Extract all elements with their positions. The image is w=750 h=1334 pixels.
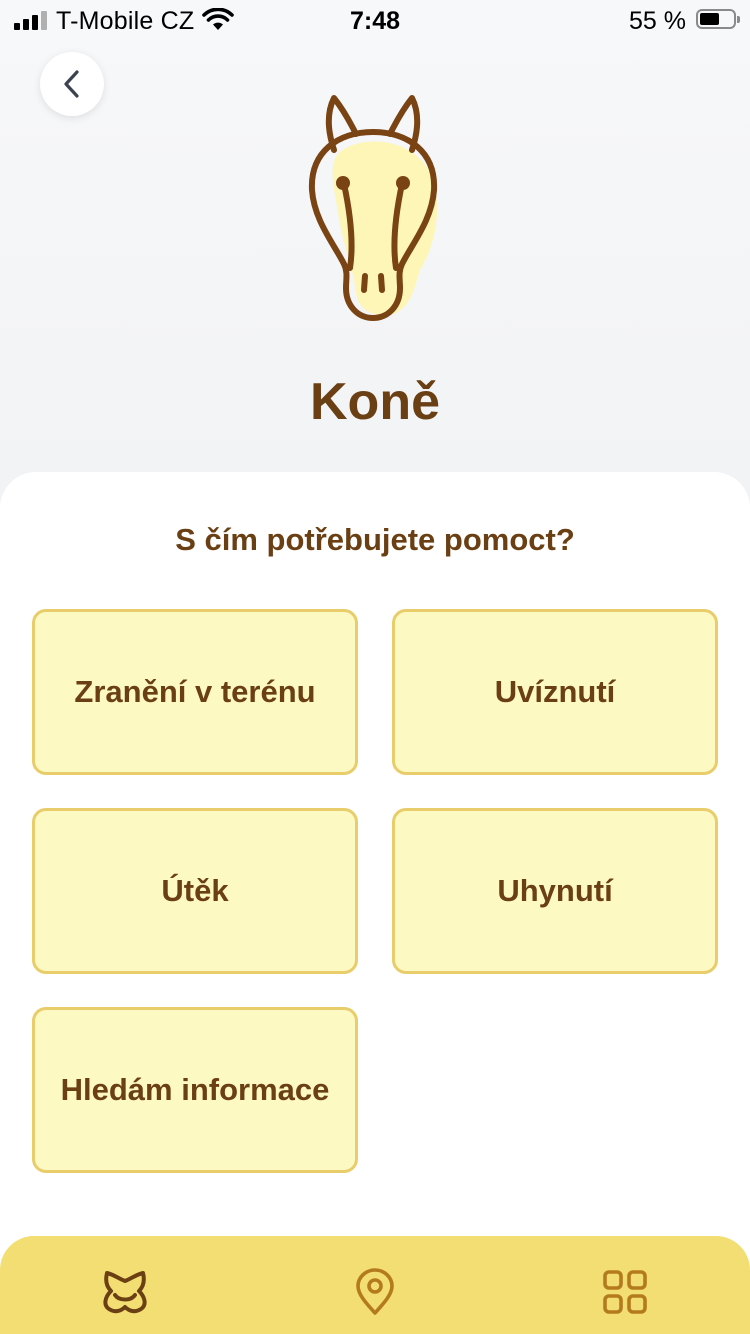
tab-animals[interactable] — [97, 1264, 153, 1320]
option-label: Zranění v terénu — [74, 674, 316, 709]
screen: T-Mobile CZ 7:48 55 % Koně S čím potřebu… — [0, 0, 750, 1334]
option-label: Útěk — [161, 873, 229, 908]
tab-bar — [0, 1236, 750, 1334]
option-escape[interactable]: Útěk — [32, 808, 358, 974]
option-label: Hledám informace — [60, 1072, 330, 1107]
tab-menu[interactable] — [597, 1264, 653, 1320]
chevron-left-icon — [64, 70, 79, 98]
option-label: Uhynutí — [497, 873, 613, 908]
help-question: S čím potřebujete pomoct? — [175, 522, 575, 557]
option-looking-for-info[interactable]: Hledám informace — [32, 1007, 358, 1173]
page-title: Koně — [310, 373, 440, 431]
battery-icon — [696, 9, 740, 29]
battery-percentage: 55 % — [629, 7, 686, 35]
option-label: Uvíznutí — [494, 674, 616, 709]
option-stuck[interactable]: Uvíznutí — [392, 609, 718, 775]
status-bar: T-Mobile CZ 7:48 55 % — [0, 0, 750, 40]
horse-head-icon — [308, 95, 438, 321]
grid-icon — [603, 1270, 647, 1314]
animal-head-icon — [103, 1271, 147, 1314]
back-button[interactable] — [40, 52, 104, 116]
map-pin-icon — [356, 1268, 394, 1315]
tab-map[interactable] — [347, 1264, 403, 1320]
option-death[interactable]: Uhynutí — [392, 808, 718, 974]
option-injury-in-field[interactable]: Zranění v terénu — [32, 609, 358, 775]
